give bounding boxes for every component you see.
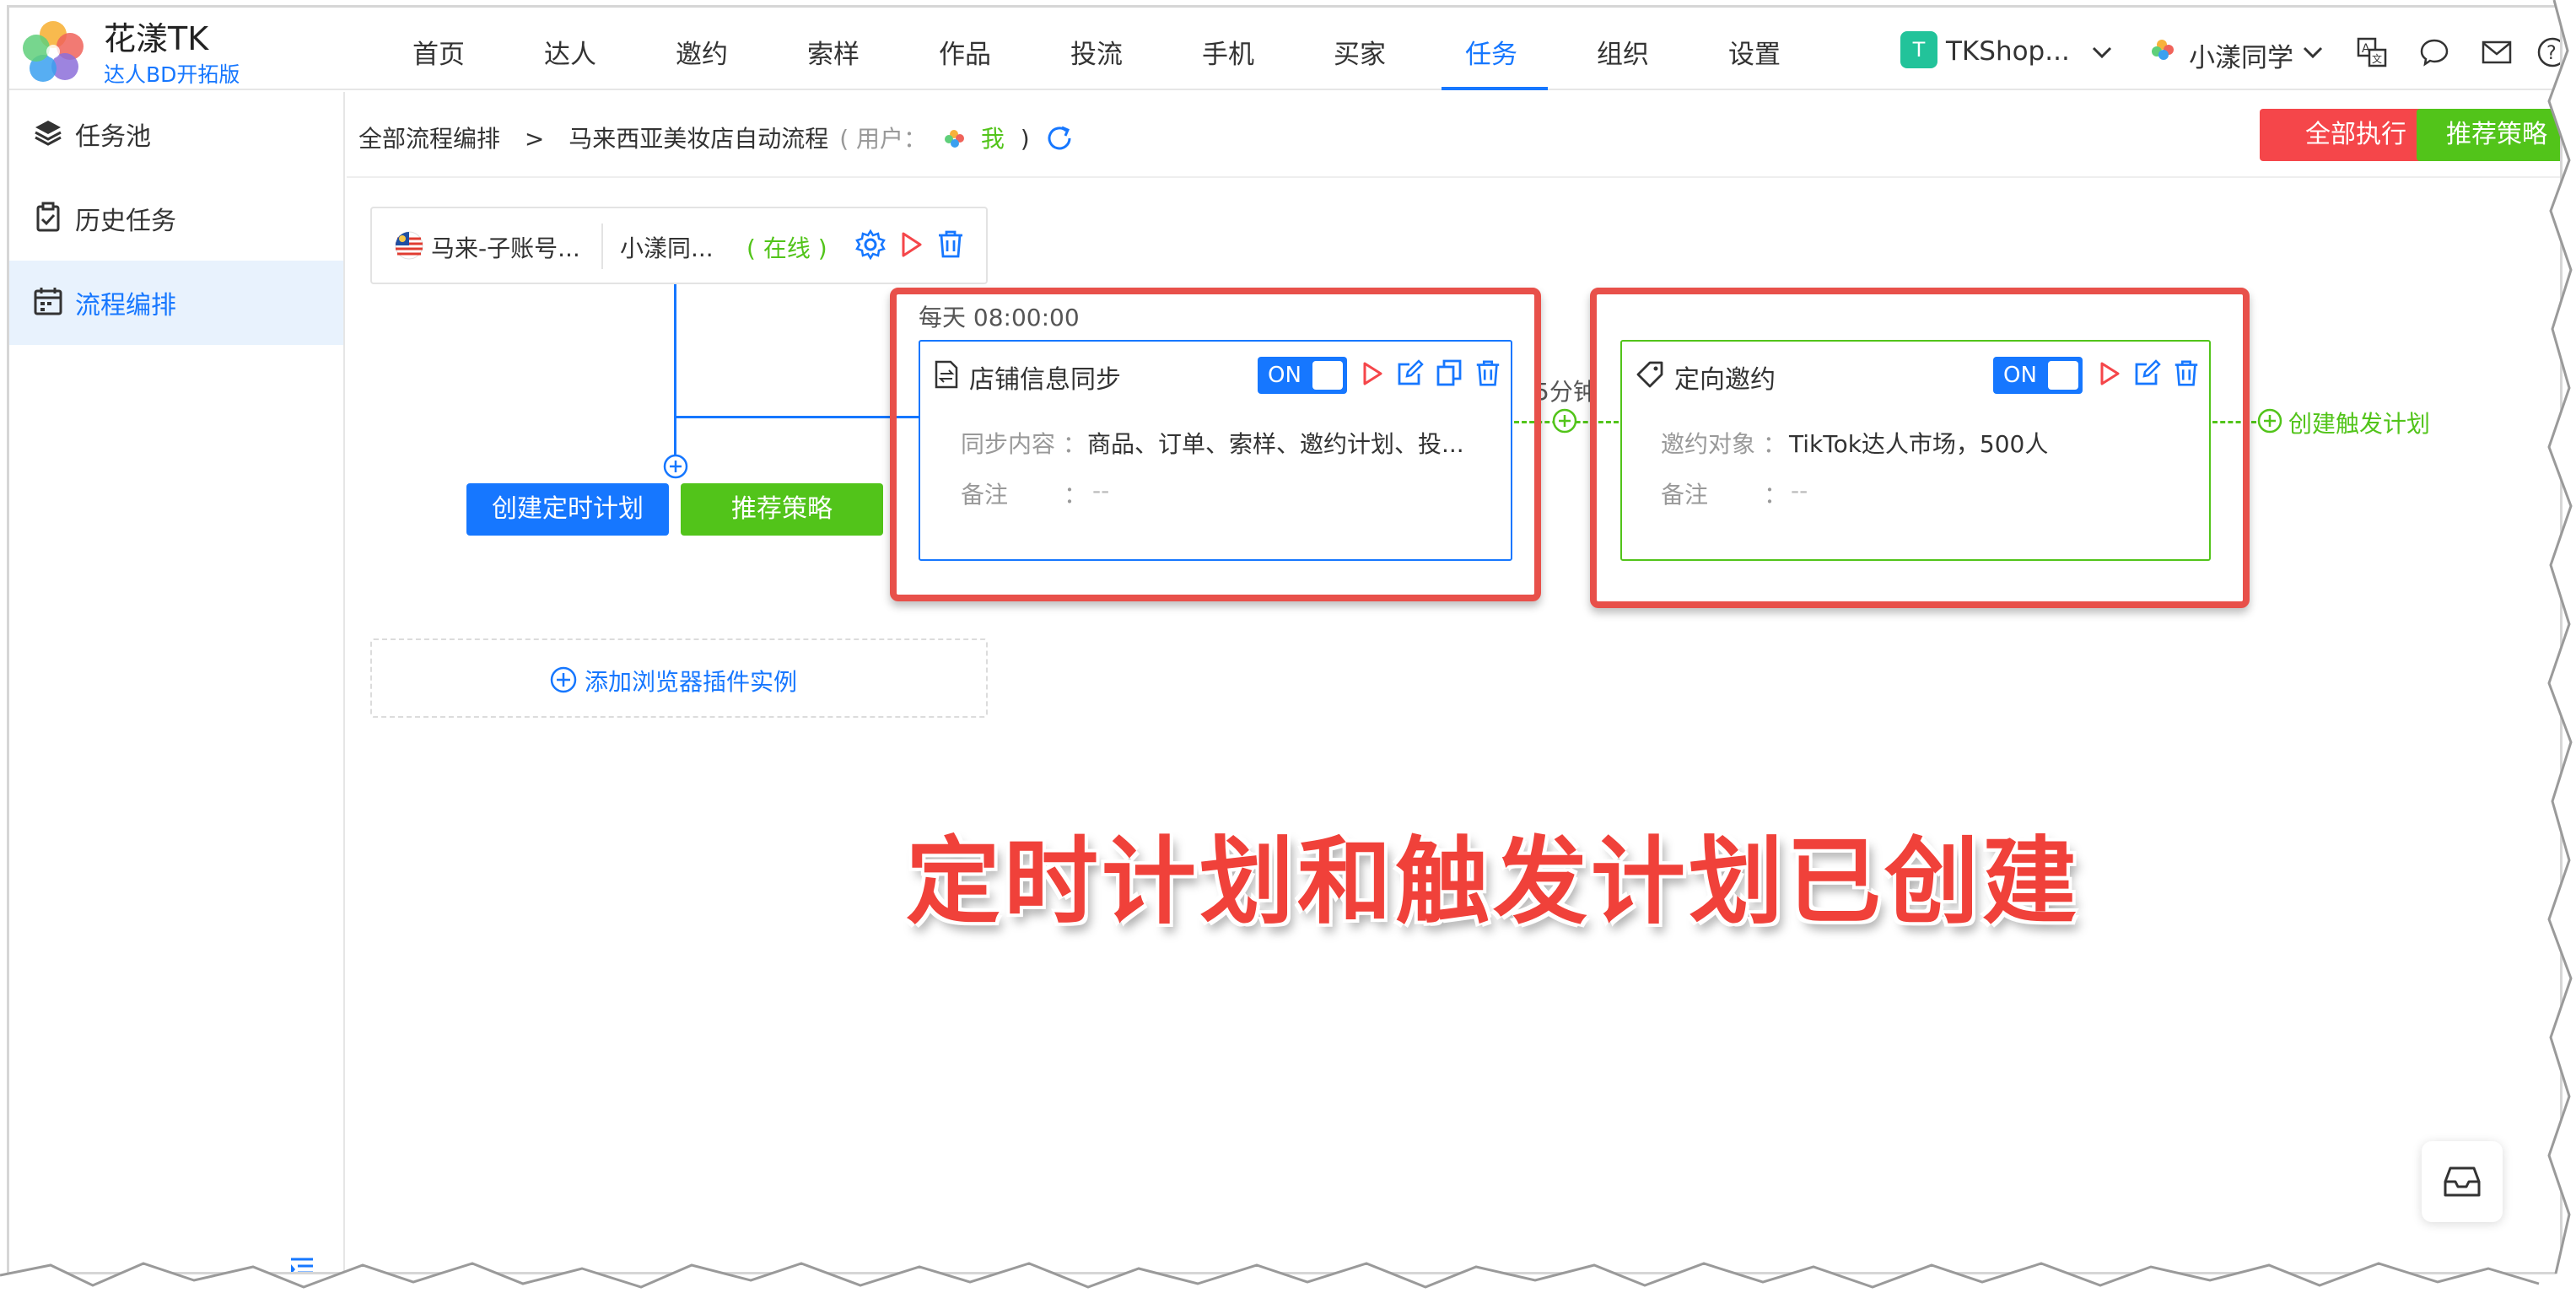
breadcrumb-current: 马来西亚美妆店自动流程: [569, 125, 829, 153]
chevron-down-icon[interactable]: [2300, 40, 2325, 65]
connector-line: [674, 416, 924, 418]
sidebar: 任务池 历史任务 流程编排: [9, 92, 345, 1274]
add-plugin-label: 添加浏览器插件实例: [585, 668, 798, 696]
user-avatar: [944, 130, 964, 148]
add-circle-icon[interactable]: [2256, 407, 2283, 434]
breadcrumb-user-suffix: ): [1020, 125, 1030, 153]
translate-icon[interactable]: A 文: [2356, 36, 2388, 68]
top-header: 花漾TK 达人BD开拓版 首页 达人 邀约 索样 作品 投流 手机 买家 任务 …: [9, 8, 2563, 90]
add-circle-icon[interactable]: [662, 453, 689, 480]
sidebar-item-task-pool[interactable]: 任务池: [9, 92, 343, 176]
app-subtitle: 达人BD开拓版: [104, 62, 240, 87]
gear-icon[interactable]: [854, 229, 887, 261]
play-icon[interactable]: [897, 230, 925, 259]
create-schedule-button[interactable]: 创建定时计划: [466, 483, 669, 536]
nav-org[interactable]: 组织: [1597, 33, 1649, 71]
breadcrumb: 全部流程编排 > 马来西亚美妆店自动流程 ( 用户： 我 ): [358, 121, 1030, 154]
account-name[interactable]: 马来-子账号...: [431, 230, 580, 264]
shop-badge: T: [1900, 31, 1937, 68]
add-circle-icon: [550, 666, 577, 693]
svg-text:?: ?: [2546, 43, 2557, 64]
inbox-icon: [2444, 1166, 2481, 1197]
breadcrumb-user: 我: [980, 125, 1005, 153]
layers-icon: [35, 121, 62, 146]
inbox-float-button[interactable]: [2422, 1141, 2503, 1222]
nav-tasks[interactable]: 任务: [1465, 33, 1517, 71]
nav-home[interactable]: 首页: [412, 33, 465, 71]
divider: [601, 224, 603, 269]
help-icon[interactable]: ?: [2536, 36, 2563, 68]
calendar-icon: [34, 288, 62, 315]
clipboard-check-icon: [36, 202, 60, 232]
nav-buyers[interactable]: 买家: [1334, 33, 1386, 71]
app-window: 花漾TK 达人BD开拓版 首页 达人 邀约 索样 作品 投流 手机 买家 任务 …: [7, 5, 2563, 1274]
app-name: 花漾TK: [104, 20, 209, 57]
add-circle-icon[interactable]: [1551, 407, 1578, 434]
create-trigger-link[interactable]: 创建触发计划: [2288, 406, 2430, 439]
app-logo: [23, 21, 84, 82]
highlight-schedule: [890, 288, 1541, 601]
malaysia-flag-icon: [395, 231, 423, 260]
sidebar-item-label: 历史任务: [75, 207, 176, 236]
connector-line: [674, 284, 676, 461]
shop-selector[interactable]: TKShop...: [1946, 36, 2070, 67]
chat-icon[interactable]: [2418, 36, 2450, 68]
highlight-trigger: [1590, 288, 2250, 608]
mail-icon[interactable]: [2481, 36, 2513, 68]
breadcrumb-separator: >: [524, 125, 545, 153]
nav-invites[interactable]: 邀约: [676, 33, 728, 71]
sidebar-item-label: 任务池: [75, 122, 151, 152]
sidebar-item-flow[interactable]: 流程编排: [9, 261, 343, 345]
add-plugin-instance[interactable]: 添加浏览器插件实例: [370, 638, 988, 718]
sidebar-item-label: 流程编排: [75, 291, 176, 321]
user-avatar: [2152, 40, 2174, 60]
breadcrumb-user-prefix: ( 用户：: [839, 125, 928, 153]
nav-creators[interactable]: 达人: [544, 33, 596, 71]
nav-active-indicator: [1442, 87, 1548, 90]
annotation-text: 定时计划和触发计划已创建: [906, 827, 2080, 937]
svg-text:文: 文: [2372, 52, 2382, 65]
chevron-down-icon[interactable]: [2089, 40, 2115, 65]
menu-collapse-icon[interactable]: [288, 1256, 316, 1274]
account-card: 马来-子账号... 小漾同... ( 在线 ): [370, 207, 988, 284]
nav-samples[interactable]: 索样: [807, 33, 860, 71]
nav-works[interactable]: 作品: [939, 33, 991, 71]
recommend-strategy-button[interactable]: 推荐策略: [2417, 109, 2560, 161]
delay-label: 5分钟: [1534, 378, 1597, 406]
nav-phones[interactable]: 手机: [1202, 33, 1254, 71]
nav-ads[interactable]: 投流: [1070, 33, 1123, 71]
refresh-icon[interactable]: [1043, 122, 1075, 154]
nav-settings[interactable]: 设置: [1728, 33, 1781, 71]
breadcrumb-root[interactable]: 全部流程编排: [358, 125, 500, 153]
trash-icon[interactable]: [935, 229, 966, 259]
sidebar-item-history[interactable]: 历史任务: [9, 176, 343, 261]
recommend-strategy-button[interactable]: 推荐策略: [681, 483, 883, 536]
user-menu[interactable]: 小漾同学: [2189, 36, 2293, 74]
online-status: ( 在线 ): [746, 234, 827, 262]
browser-name[interactable]: 小漾同...: [620, 230, 714, 264]
divider: [347, 176, 2560, 178]
